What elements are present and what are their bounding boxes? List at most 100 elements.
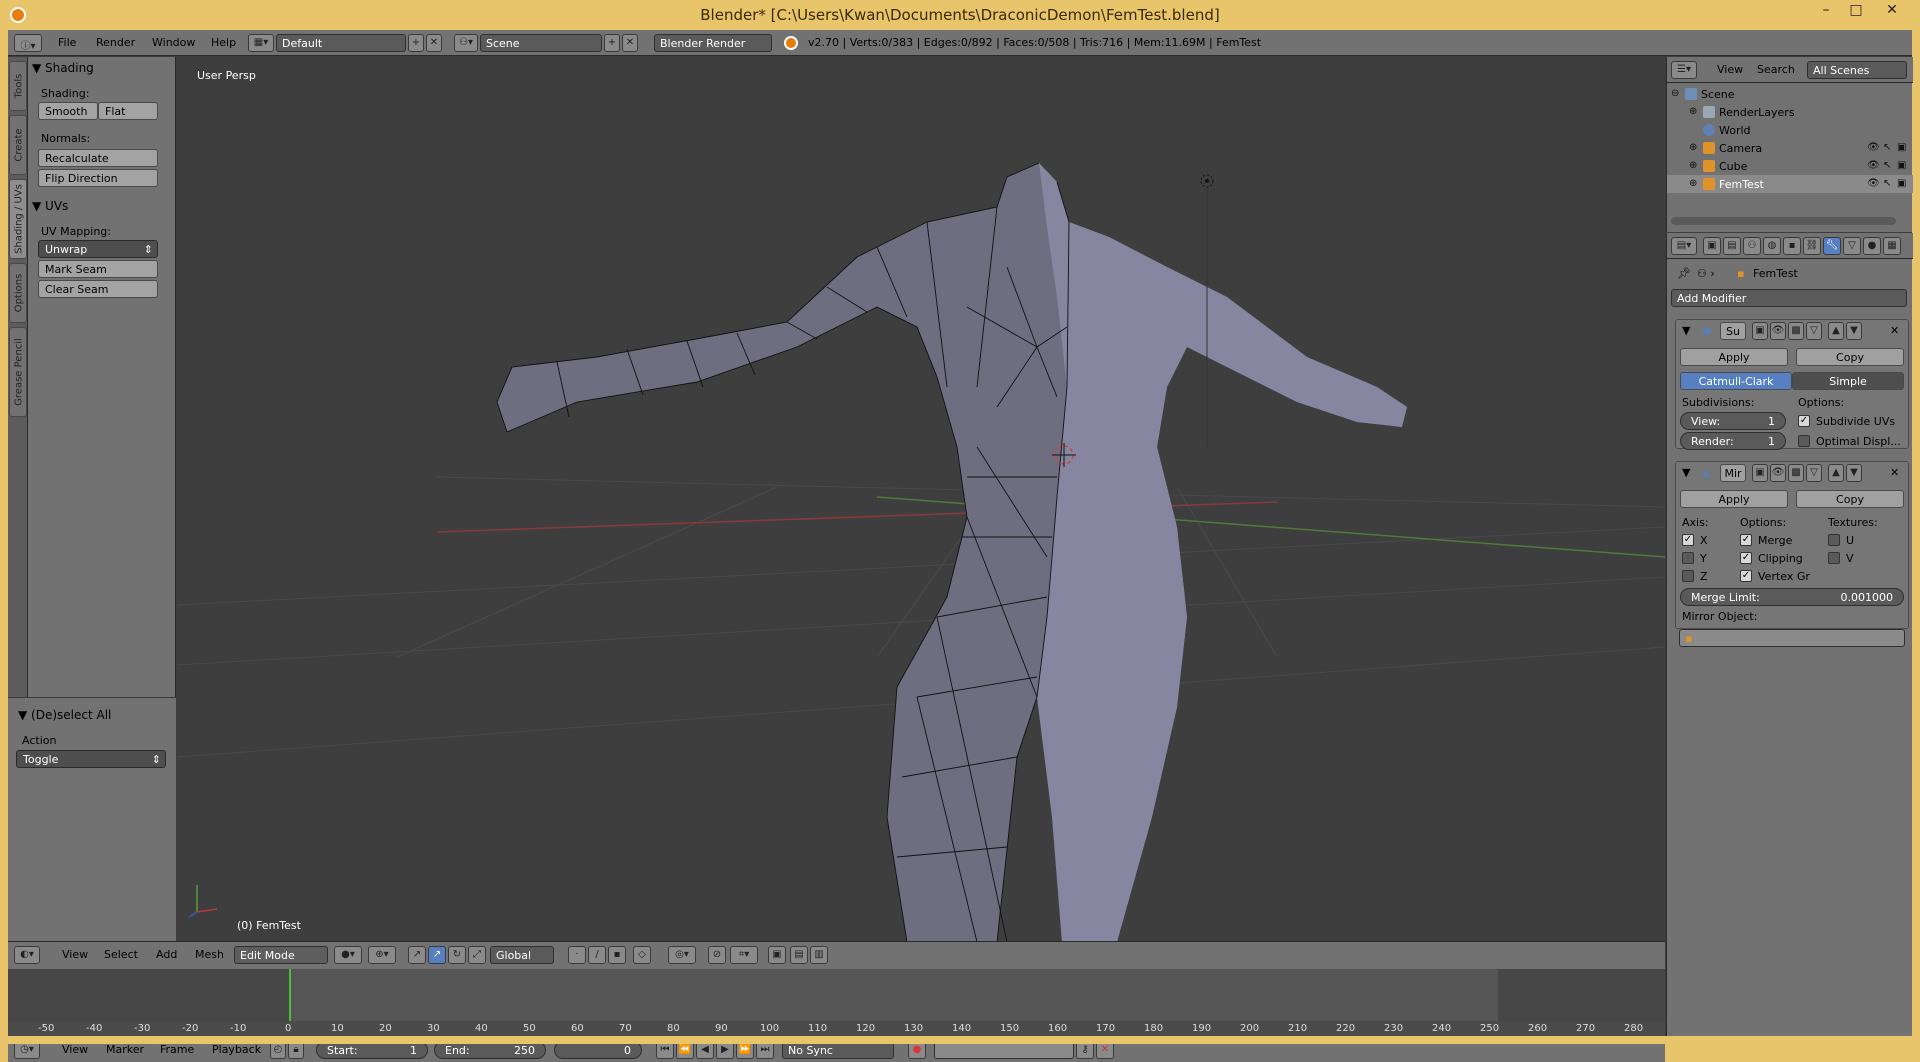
tree-row-renderlayers[interactable]: ⊕ RenderLayers	[1667, 103, 1913, 121]
axis-y-checkbox[interactable]	[1682, 552, 1694, 564]
tab-options[interactable]: Options	[9, 263, 27, 323]
menu-view[interactable]: View	[62, 1043, 88, 1056]
axis-x-checkbox[interactable]: ✓	[1682, 534, 1694, 546]
modifiers-tab-icon[interactable]: 🔧︎	[1823, 237, 1841, 255]
timeline[interactable]: -50 -40 -30 -20 -10 0 10 20 30 40 50 60 …	[8, 967, 1665, 1062]
operator-panel-header[interactable]: ▼ (De)select All	[18, 708, 111, 722]
add-layout-icon[interactable]: +	[408, 34, 424, 52]
tree-row-camera[interactable]: ⊕ Camera 👁︎ ↖ ▣	[1667, 139, 1913, 157]
render-toggle-icon[interactable]: ▣	[1752, 322, 1768, 340]
cursor-select-icon[interactable]: ↖	[1883, 142, 1891, 153]
display-filter-dropdown[interactable]: All Scenes	[1807, 61, 1907, 79]
camera-render-icon[interactable]: ▤	[790, 946, 808, 964]
menu-select[interactable]: Select	[104, 948, 138, 961]
manipulator-icon[interactable]: ↗	[408, 946, 426, 964]
expand-icon[interactable]: ⊖	[1671, 88, 1679, 99]
viewport-toggle-icon[interactable]: 👁︎	[1770, 464, 1786, 482]
modifier-name-field[interactable]: Su	[1720, 322, 1746, 340]
maximize-button[interactable]: □	[1842, 2, 1870, 24]
apply-button[interactable]: Apply	[1680, 490, 1788, 508]
menu-render[interactable]: Render	[96, 36, 135, 49]
translate-icon[interactable]: ↗	[428, 946, 446, 964]
menu-playback[interactable]: Playback	[212, 1043, 261, 1056]
move-up-icon[interactable]: ▲	[1828, 322, 1844, 340]
flat-button[interactable]: Flat	[98, 102, 158, 120]
remove-scene-icon[interactable]: ✕	[622, 34, 638, 52]
expand-icon[interactable]: ⊕	[1689, 142, 1697, 153]
edge-select-icon[interactable]: /	[588, 946, 606, 964]
mirror-object-field[interactable]: ▪	[1679, 629, 1905, 647]
editmode-toggle-icon[interactable]: ▩	[1788, 464, 1804, 482]
transform-orientation-dropdown[interactable]: Global	[490, 946, 554, 964]
tab-grease-pencil[interactable]: Grease Pencil	[9, 327, 27, 417]
cursor-select-icon[interactable]: ↖	[1883, 160, 1891, 171]
vertex-select-icon[interactable]: ·	[568, 946, 586, 964]
animation-render-icon[interactable]: ▥	[810, 946, 828, 964]
render-tab-icon[interactable]: ▣	[1703, 237, 1721, 255]
clipping-checkbox[interactable]: ✓	[1740, 552, 1752, 564]
cage-toggle-icon[interactable]: ▽	[1806, 464, 1822, 482]
mark-seam-button[interactable]: Mark Seam	[38, 260, 158, 278]
pivot-point-icon[interactable]: ⊕▾	[368, 946, 396, 964]
world-tab-icon[interactable]: ◍	[1763, 237, 1781, 255]
collapse-icon[interactable]: ▼	[1682, 466, 1690, 479]
timeline-area[interactable]	[8, 969, 1665, 1021]
move-down-icon[interactable]: ▼	[1846, 322, 1862, 340]
simple-button[interactable]: Simple	[1792, 372, 1904, 390]
remove-layout-icon[interactable]: ✕	[426, 34, 442, 52]
view-levels-field[interactable]: View: 1	[1680, 412, 1786, 430]
editmode-toggle-icon[interactable]: ▩	[1788, 322, 1804, 340]
copy-button[interactable]: Copy	[1796, 348, 1904, 366]
scene-tab-icon[interactable]: ⚇	[1743, 237, 1761, 255]
menu-marker[interactable]: Marker	[106, 1043, 144, 1056]
3d-viewport[interactable]: User Persp (0) FemTest	[177, 57, 1665, 942]
menu-view[interactable]: View	[62, 948, 88, 961]
remove-modifier-icon[interactable]: ✕	[1890, 324, 1899, 337]
scene-field[interactable]: Scene	[480, 34, 602, 52]
recalculate-button[interactable]: Recalculate	[38, 149, 158, 167]
smooth-button[interactable]: Smooth	[38, 102, 98, 120]
current-frame-marker[interactable]	[289, 969, 291, 1021]
constraints-tab-icon[interactable]: ⛓	[1803, 237, 1821, 255]
scale-icon[interactable]: ⤢	[468, 946, 486, 964]
editor-type-icon[interactable]: ◐▾	[14, 946, 40, 964]
menu-mesh[interactable]: Mesh	[195, 948, 224, 961]
editor-type-icon[interactable]: ☰▾	[1671, 61, 1697, 79]
render-camera-icon[interactable]: ▣	[1897, 142, 1906, 153]
cursor-select-icon[interactable]: ↖	[1883, 178, 1891, 189]
tree-row-world[interactable]: World	[1667, 121, 1913, 139]
expand-icon[interactable]: ⊕	[1689, 178, 1697, 189]
add-scene-icon[interactable]: +	[604, 34, 620, 52]
snap-element-icon[interactable]: ⌗▾	[730, 946, 758, 964]
menu-frame[interactable]: Frame	[160, 1043, 194, 1056]
layout-grid-icon[interactable]: ▦▾	[248, 34, 274, 52]
render-camera-icon[interactable]: ▣	[1897, 160, 1906, 171]
menu-search[interactable]: Search	[1757, 63, 1795, 76]
menu-help[interactable]: Help	[211, 36, 236, 49]
screen-layout-field[interactable]: Default	[276, 34, 406, 52]
subdivide-uvs-checkbox[interactable]: ✓	[1798, 415, 1810, 427]
merge-limit-field[interactable]: Merge Limit: 0.001000	[1680, 588, 1904, 606]
texture-tab-icon[interactable]: ▦	[1883, 237, 1901, 255]
shading-panel-header[interactable]: ▼ Shading	[32, 61, 94, 75]
eye-icon[interactable]: 👁︎	[1867, 160, 1880, 171]
collapse-icon[interactable]: ▼	[1682, 324, 1690, 337]
menu-file[interactable]: File	[58, 36, 76, 49]
femtest-mesh[interactable]	[496, 162, 1407, 942]
add-modifier-dropdown[interactable]: Add Modifier	[1671, 289, 1907, 307]
modifier-name-field[interactable]: Mir	[1720, 464, 1746, 482]
editor-type-icon[interactable]: ▤▾	[1671, 237, 1697, 255]
render-toggle-icon[interactable]: ▣	[1752, 464, 1768, 482]
rotate-icon[interactable]: ↻	[448, 946, 466, 964]
horizontal-scrollbar[interactable]	[1671, 217, 1896, 225]
tab-create[interactable]: Create	[9, 115, 27, 175]
close-button[interactable]: ✕	[1878, 2, 1906, 24]
mode-dropdown[interactable]: Edit Mode	[234, 946, 328, 964]
minimize-button[interactable]: –	[1812, 2, 1840, 24]
eye-icon[interactable]: 👁︎	[1867, 142, 1880, 153]
move-down-icon[interactable]: ▼	[1846, 464, 1862, 482]
eye-icon[interactable]: 👁︎	[1867, 178, 1880, 189]
limit-selection-icon[interactable]: ◇	[633, 946, 651, 964]
opengl-render-icon[interactable]: ▣	[768, 946, 786, 964]
vertex-groups-checkbox[interactable]: ✓	[1740, 570, 1752, 582]
